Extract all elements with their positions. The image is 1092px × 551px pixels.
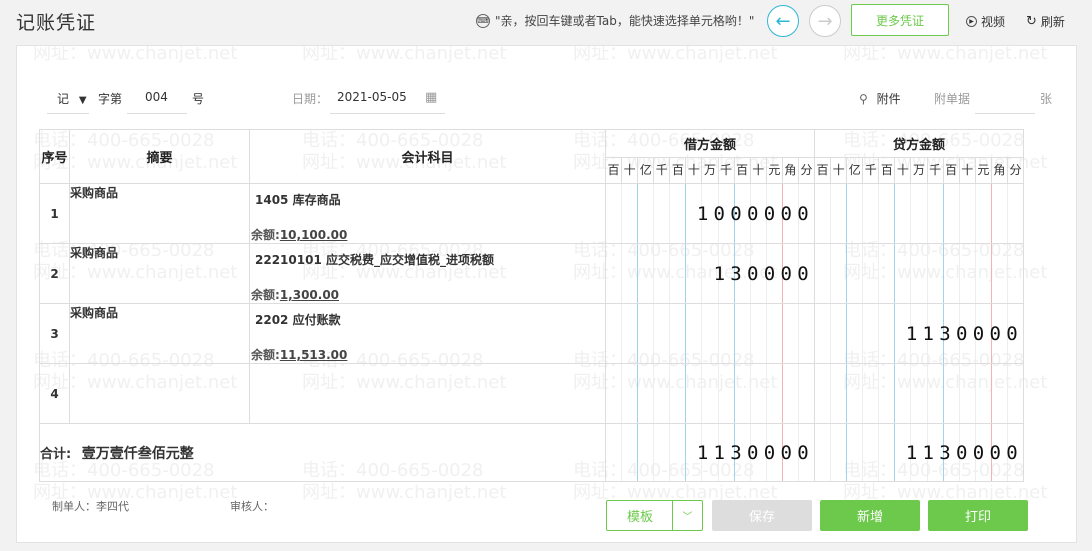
voucher-type-select[interactable]: 记 ▼ — [57, 90, 87, 107]
row-seq: 3 — [39, 303, 70, 364]
date-input[interactable]: 2021-05-05 — [337, 90, 407, 104]
total-amount-words: 壹万壹仟叁佰元整 — [81, 445, 194, 462]
arrow-right-icon: → — [817, 10, 833, 32]
attachment-link[interactable]: ⚲ 附件 — [859, 90, 901, 107]
video-label: 视频 — [981, 15, 1006, 29]
account-name: 22210101 应交税费_应交增值税_进项税额 — [255, 253, 494, 267]
voucher-panel: 电话：400-665-0028网址：www.chanjet.net 电话：400… — [16, 45, 1077, 543]
reviewer-label: 审核人： — [230, 500, 274, 513]
account-cell[interactable]: 1405 库存商品 余额:10,100.00 — [249, 183, 606, 244]
total-row: 合计: 壹万壹仟叁佰元整 1130000 1130000 — [39, 423, 1024, 482]
template-label: 模板 — [626, 510, 653, 525]
refresh-icon: ↻ — [1026, 14, 1037, 29]
play-icon: ▶ — [966, 16, 977, 27]
account-name: 1405 库存商品 — [255, 193, 341, 207]
keyboard-icon: ⌨ — [476, 13, 490, 28]
credit-cell[interactable]: 1130000 — [814, 303, 1024, 364]
page-title: 记账凭证 — [16, 12, 97, 34]
watermark: 电话：400-665-0028网址：www.chanjet.net — [302, 45, 507, 64]
next-voucher-button[interactable]: → — [809, 5, 841, 37]
debit-cell[interactable]: 130000 — [605, 243, 815, 304]
total-credit-cell: 1130000 — [814, 423, 1024, 482]
credit-cell[interactable] — [814, 183, 1024, 244]
header-summary: 摘要 — [69, 129, 250, 184]
table-row: 4 — [39, 363, 1024, 424]
keyboard-hint: ⌨ "亲，按回车键或者Tab，能快速选择单元格哟！" — [476, 12, 754, 29]
account-cell[interactable]: 22210101 应交税费_应交增值税_进项税额 余额:1,300.00 — [249, 243, 606, 304]
maker-label: 制单人： — [52, 500, 96, 513]
word-label: 字第 — [98, 92, 123, 106]
table-row: 1 采购商品 1405 库存商品 余额:10,100.00 1000000 — [39, 183, 1024, 244]
debit-amount: 130000 — [713, 262, 814, 285]
account-cell[interactable]: 2202 应付账款 余额:11,513.00 — [249, 303, 606, 364]
date-label: 日期： — [292, 92, 329, 106]
row-seq: 4 — [39, 363, 70, 424]
row-seq: 2 — [39, 243, 70, 304]
summary-cell[interactable]: 采购商品 — [69, 303, 250, 364]
video-link[interactable]: ▶ 视频 — [966, 13, 1005, 30]
refresh-label: 刷新 — [1040, 15, 1065, 29]
summary-cell[interactable]: 采购商品 — [69, 243, 250, 304]
header-debit: 借方金额 — [605, 129, 815, 158]
voucher-table: 序号 摘要 会计科目 借方金额 贷方金额 百十亿千百十万千百十元角分 百十亿千百… — [39, 129, 1024, 482]
debit-cell[interactable] — [605, 303, 815, 364]
header-account: 会计科目 — [249, 129, 606, 184]
credit-cell[interactable] — [814, 243, 1024, 304]
account-name: 2202 应付账款 — [255, 313, 341, 327]
voucher-number-input[interactable]: 004 — [145, 90, 168, 104]
credit-amount: 1130000 — [905, 322, 1023, 345]
maker-name: 李四代 — [96, 500, 129, 513]
total-cell: 合计: 壹万壹仟叁佰元整 — [39, 423, 606, 482]
doc-count-label: 附单据 — [934, 92, 971, 106]
header-credit: 贷方金额 — [814, 129, 1024, 158]
add-button[interactable]: 新增 — [820, 500, 920, 531]
template-button[interactable]: 模板 ﹀ — [606, 500, 703, 531]
table-row: 3 采购商品 2202 应付账款 余额:11,513.00 1130000 — [39, 303, 1024, 364]
debit-amount: 1000000 — [696, 202, 814, 225]
watermark: 电话：400-665-0028网址：www.chanjet.net — [573, 45, 778, 64]
account-balance: 余额:10,100.00 — [251, 228, 348, 242]
debit-cell[interactable]: 1000000 — [605, 183, 815, 244]
row-seq: 1 — [39, 183, 70, 244]
total-credit-amount: 1130000 — [905, 441, 1023, 464]
total-debit-cell: 1130000 — [605, 423, 815, 482]
table-row: 2 采购商品 22210101 应交税费_应交增值税_进项税额 余额:1,300… — [39, 243, 1024, 304]
attachment-label: 附件 — [876, 92, 901, 106]
print-button[interactable]: 打印 — [928, 500, 1028, 531]
total-label: 合计: — [40, 446, 72, 462]
more-vouchers-button[interactable]: 更多凭证 — [851, 4, 949, 36]
header-seq: 序号 — [39, 129, 70, 184]
account-balance: 余额:1,300.00 — [251, 288, 340, 302]
account-cell[interactable] — [249, 363, 606, 424]
account-balance: 余额:11,513.00 — [251, 348, 348, 362]
previous-voucher-button[interactable]: ← — [767, 5, 799, 37]
credit-cell[interactable] — [814, 363, 1024, 424]
debit-cell[interactable] — [605, 363, 815, 424]
voucher-type-value: 记 — [57, 92, 70, 106]
total-debit-amount: 1130000 — [696, 441, 814, 464]
debit-digit-units: 百十亿千百十万千百十元角分 — [606, 158, 814, 183]
watermark: 电话：400-665-0028网址：www.chanjet.net — [33, 45, 238, 64]
calendar-icon[interactable]: ▦ — [425, 90, 437, 105]
paperclip-icon: ⚲ — [859, 92, 868, 106]
number-suffix: 号 — [192, 92, 205, 106]
hint-text: "亲，按回车键或者Tab，能快速选择单元格哟！" — [495, 14, 755, 28]
chevron-down-icon[interactable]: ﹀ — [672, 501, 702, 530]
doc-count-unit: 张 — [1040, 92, 1053, 106]
summary-cell[interactable] — [69, 363, 250, 424]
maker-info: 制单人：李四代 — [52, 498, 129, 514]
save-button[interactable]: 保存 — [712, 500, 812, 531]
arrow-left-icon: ← — [775, 10, 791, 32]
credit-digit-units: 百十亿千百十万千百十元角分 — [815, 158, 1023, 183]
refresh-link[interactable]: ↻ 刷新 — [1026, 13, 1065, 30]
chevron-down-icon: ▼ — [78, 95, 87, 106]
watermark: 电话：400-665-0028网址：www.chanjet.net — [843, 45, 1048, 64]
summary-cell[interactable]: 采购商品 — [69, 183, 250, 244]
